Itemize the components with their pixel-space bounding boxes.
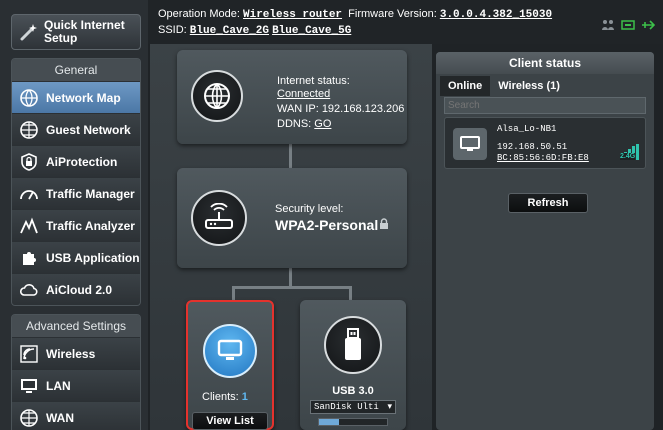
- wifi-status-icon[interactable]: [621, 18, 635, 36]
- sidebar-item-label: LAN: [46, 378, 71, 393]
- advanced-menu: Advanced Settings Wireless LAN WAN: [11, 314, 141, 430]
- client-ip: 192.168.50.51: [497, 142, 568, 152]
- quick-internet-setup-button[interactable]: Quick Internet Setup: [11, 14, 141, 50]
- sidebar-item-aiprotection[interactable]: AiProtection: [12, 145, 140, 177]
- connector-line: [232, 286, 235, 300]
- view-list-button[interactable]: View List: [192, 412, 268, 430]
- sidebar-item-wireless[interactable]: Wireless: [12, 337, 140, 369]
- usb-device-value: SanDisk Ulti: [314, 402, 379, 412]
- sidebar-item-label: Guest Network: [46, 122, 131, 137]
- status-icons: [601, 18, 656, 36]
- client-status-title: Client status: [436, 52, 654, 74]
- sidebar-item-wan[interactable]: WAN: [12, 401, 140, 430]
- sidebar-item-label: Traffic Manager: [46, 186, 135, 201]
- gauge-icon: [18, 183, 40, 205]
- sidebar-item-label: WAN: [46, 410, 74, 425]
- sidebar-item-label: Network Map: [46, 90, 121, 105]
- ddns-line: DDNS: GO: [277, 117, 331, 131]
- device-icon: [453, 128, 487, 160]
- usb-device-select[interactable]: SanDisk Ulti ▾: [310, 400, 396, 414]
- client-list-item[interactable]: Alsa_Lo-NB1 192.168.50.51 BC:85:56:6D:FB…: [444, 117, 646, 169]
- tab-wireless[interactable]: Wireless (1): [490, 76, 568, 96]
- top-status-bar: Operation Mode: Wireless router Firmware…: [148, 0, 663, 44]
- sidebar-item-traffic-analyzer[interactable]: Traffic Analyzer: [12, 209, 140, 241]
- client-name: Alsa_Lo-NB1: [497, 124, 557, 134]
- ssid-5g-link[interactable]: Blue_Cave_5G: [272, 25, 351, 37]
- network-map-panel: Internet status: Connected WAN IP: 192.1…: [150, 44, 432, 430]
- operation-mode-label: Operation Mode:: [158, 8, 240, 20]
- wand-icon: [18, 21, 40, 43]
- router-icon: [191, 190, 247, 246]
- internet-status-link[interactable]: Connected: [277, 87, 330, 101]
- sidebar-item-label: Wireless: [46, 346, 96, 361]
- users-icon[interactable]: [601, 18, 615, 36]
- sidebar-item-label: USB Application: [46, 250, 140, 265]
- ddns-label: DDNS:: [277, 118, 312, 130]
- security-level-label: Security level:: [275, 203, 344, 215]
- ssid-label: SSID:: [158, 24, 187, 36]
- client-status-panel: Client status Online Wireless (1) Alsa_L…: [436, 52, 654, 430]
- usb-label: USB 3.0: [332, 385, 374, 397]
- client-status-tabs: Online Wireless (1): [440, 76, 568, 96]
- ssid-line: SSID: Blue_Cave_2G Blue_Cave_5G: [158, 24, 351, 37]
- sidebar-item-lan[interactable]: LAN: [12, 369, 140, 401]
- connector-line: [289, 268, 292, 288]
- sidebar-item-network-map[interactable]: Network Map: [12, 81, 140, 113]
- monitor-icon: [18, 375, 40, 397]
- globe-icon: [18, 407, 40, 429]
- usb-usage-fill: [319, 419, 340, 425]
- connector-line: [289, 144, 292, 168]
- firmware-label: Firmware Version:: [348, 8, 437, 20]
- signal-strength-icon: 2.4G: [619, 144, 639, 166]
- cloud-icon: [18, 279, 40, 301]
- client-search-input[interactable]: [444, 97, 646, 114]
- sidebar-item-label: Traffic Analyzer: [46, 218, 135, 233]
- tab-online[interactable]: Online: [440, 76, 491, 96]
- ssid-2g-link[interactable]: Blue_Cave_2G: [190, 25, 269, 37]
- general-menu: General Network Map Guest Network AiProt…: [11, 58, 141, 306]
- monitor-icon: [203, 324, 257, 378]
- clients-line: Clients: 1: [202, 390, 248, 404]
- wan-ip-text: WAN IP: 192.168.123.206: [277, 103, 405, 115]
- lock-shield-icon: [18, 151, 40, 173]
- network-map-icon: [18, 87, 40, 109]
- wifi-icon: [18, 343, 40, 365]
- usb-drive-icon: [324, 316, 382, 374]
- clients-count[interactable]: 1: [242, 391, 248, 403]
- sidebar: Quick Internet Setup General Network Map…: [0, 0, 148, 430]
- clients-label: Clients:: [202, 391, 239, 403]
- operation-mode-line: Operation Mode: Wireless router Firmware…: [158, 8, 552, 21]
- clients-card[interactable]: Clients: 1 View List: [186, 300, 274, 430]
- connector-line: [349, 286, 352, 300]
- sidebar-item-label: AiCloud 2.0: [46, 282, 113, 297]
- ddns-go-link[interactable]: GO: [314, 118, 331, 130]
- firmware-link[interactable]: 3.0.0.4.382_15030: [440, 9, 552, 21]
- internet-globe-icon: [191, 70, 243, 122]
- sidebar-item-usb-application[interactable]: USB Application: [12, 241, 140, 273]
- internet-status-label: Internet status:: [277, 75, 350, 87]
- sidebar-item-aicloud[interactable]: AiCloud 2.0: [12, 273, 140, 305]
- general-header: General: [12, 59, 140, 81]
- chart-icon: [18, 215, 40, 237]
- client-mac-link[interactable]: BC:85:56:6D:FB:E8: [497, 153, 589, 163]
- puzzle-icon: [18, 247, 40, 269]
- router-security-card[interactable]: Security level: WPA2-Personal: [177, 168, 407, 268]
- sidebar-item-label: AiProtection: [46, 154, 118, 169]
- sidebar-item-traffic-manager[interactable]: Traffic Manager: [12, 177, 140, 209]
- usb-usage-bar: [318, 418, 388, 426]
- internet-status-card[interactable]: Internet status: Connected WAN IP: 192.1…: [177, 50, 407, 144]
- network-usb-icon[interactable]: [641, 18, 656, 36]
- refresh-button[interactable]: Refresh: [508, 193, 588, 213]
- operation-mode-link[interactable]: Wireless router: [243, 9, 342, 21]
- sidebar-item-guest-network[interactable]: Guest Network: [12, 113, 140, 145]
- security-level-value: WPA2-Personal: [275, 217, 379, 233]
- band-label: 2.4G: [620, 153, 636, 160]
- globe-icon: [18, 119, 40, 141]
- advanced-header: Advanced Settings: [12, 315, 140, 337]
- dropdown-arrow-icon: ▾: [387, 402, 392, 412]
- quick-setup-label: Quick Internet Setup: [44, 18, 125, 45]
- usb-card[interactable]: USB 3.0 SanDisk Ulti ▾: [300, 300, 406, 430]
- connector-line: [232, 286, 352, 289]
- lock-icon: [379, 218, 389, 234]
